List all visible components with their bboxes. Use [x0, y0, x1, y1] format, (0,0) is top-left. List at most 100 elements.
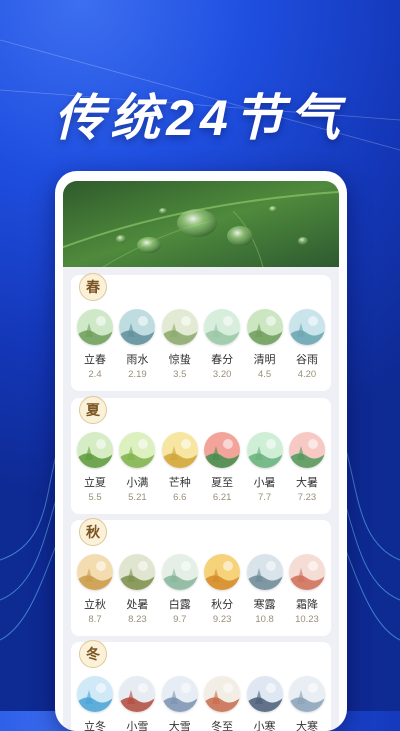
- solar-term-name: 大暑: [295, 476, 318, 489]
- solar-term-item[interactable]: 春分 3.20: [202, 309, 242, 380]
- solar-term-item[interactable]: 霜降 10.23: [287, 554, 327, 625]
- grain-icon: [161, 432, 198, 468]
- season-badge: 冬: [79, 640, 107, 668]
- season-card-winter: 冬 立冬 小雪 大雪 冬至 小寒 大寒: [71, 640, 331, 731]
- solar-term-name: 小雪: [126, 720, 149, 731]
- solar-term-item[interactable]: 芒种 6.6: [160, 432, 200, 503]
- lotus-leaf-icon: [246, 432, 283, 468]
- season-badge: 秋: [79, 518, 107, 546]
- solar-term-item[interactable]: 雨水 2.19: [117, 309, 157, 380]
- solar-term-item[interactable]: 立春 2.4: [75, 309, 115, 380]
- pavilion-icon: [246, 309, 283, 345]
- solar-term-item[interactable]: 清明 4.5: [245, 309, 285, 380]
- autumn-tree-icon: [119, 554, 156, 590]
- solar-term-name: 霜降: [295, 598, 318, 611]
- season-badge: 春: [79, 273, 107, 301]
- season-card-autumn: 秋 立秋 8.7 处暑 8.23 白露 9.7 秋分 9.23 寒露 10.8 霜降 10.23: [71, 518, 331, 636]
- solar-term-date: 10.23: [295, 614, 319, 625]
- solar-term-name: 秋分: [211, 598, 234, 611]
- solar-term-name: 立秋: [84, 598, 106, 611]
- solar-term-date: 7.23: [297, 492, 317, 503]
- snow-people-icon: [288, 676, 325, 712]
- solar-term-date: 2.4: [88, 369, 102, 380]
- solar-term-item[interactable]: 处暑 8.23: [117, 554, 157, 625]
- rice-field-icon: [288, 309, 325, 345]
- willow-bird-icon: [77, 309, 113, 345]
- solar-term-date: 3.5: [173, 369, 187, 380]
- solar-term-item[interactable]: 惊蛰 3.5: [160, 309, 200, 380]
- season-card-summer: 夏 立夏 5.5 小满 5.21 芒种 6.6 夏至 6.21 小暑 7.7 大暑 7.23: [71, 396, 331, 514]
- solar-term-item[interactable]: 立夏 5.5: [75, 432, 115, 503]
- solar-term-item[interactable]: 白露 9.7: [160, 554, 200, 625]
- solar-term-date: 9.23: [212, 614, 232, 625]
- rain-figure-icon: [119, 309, 156, 345]
- autumn-field-icon: [77, 554, 113, 590]
- watermelon-icon: [204, 432, 241, 468]
- solar-term-date: 7.7: [257, 492, 272, 503]
- butterfly-icon: [204, 309, 241, 345]
- solar-term-item[interactable]: 立秋 8.7: [75, 554, 115, 625]
- solar-term-item[interactable]: 大寒: [287, 676, 327, 731]
- solar-term-name: 小暑: [253, 476, 276, 489]
- solar-term-item[interactable]: 谷雨 4.20: [287, 309, 327, 380]
- solar-term-name: 寒露: [253, 598, 276, 611]
- winter-scene-icon: [246, 676, 283, 712]
- solar-term-item[interactable]: 小雪: [117, 676, 157, 731]
- osmanthus-icon: [204, 554, 241, 590]
- solar-term-date: 5.5: [88, 492, 102, 503]
- cold-dew-icon: [246, 554, 283, 590]
- dumpling-icon: [204, 676, 241, 712]
- solar-term-name: 惊蛰: [168, 353, 191, 366]
- solar-term-name: 处暑: [126, 598, 149, 611]
- solar-term-item[interactable]: 寒露 10.8: [245, 554, 285, 625]
- season-badge: 夏: [79, 396, 107, 424]
- solar-term-date: 8.7: [88, 614, 102, 625]
- solar-term-date: 10.8: [255, 614, 274, 625]
- solar-term-name: 大雪: [168, 720, 191, 731]
- solar-term-name: 冬至: [211, 720, 234, 731]
- solar-term-item[interactable]: 冬至: [202, 676, 242, 731]
- solar-term-date: 3.20: [212, 369, 232, 380]
- solar-terms-list: 春 立春 2.4 雨水 2.19 惊蛰 3.5 春分 3.20 清明 4.5 谷雨 4.20 夏 立夏…: [63, 267, 339, 731]
- solar-term-date: 5.21: [128, 492, 147, 503]
- solar-term-item[interactable]: 小暑 7.7: [245, 432, 285, 503]
- summer-leaf-icon: [77, 432, 113, 468]
- solar-term-name: 小寒: [253, 720, 276, 731]
- snow-figure-icon: [161, 676, 198, 712]
- insect-figure-icon: [161, 309, 198, 345]
- solar-term-name: 小满: [126, 476, 149, 489]
- dew-grass-icon: [161, 554, 198, 590]
- solar-term-name: 夏至: [211, 476, 234, 489]
- solar-term-name: 白露: [168, 598, 191, 611]
- solar-term-item[interactable]: 秋分 9.23: [202, 554, 242, 625]
- solar-term-item[interactable]: 大雪: [160, 676, 200, 731]
- solar-term-item[interactable]: 立冬: [75, 676, 115, 731]
- solar-term-item[interactable]: 小寒: [245, 676, 285, 731]
- solar-term-item[interactable]: 大暑 7.23: [287, 432, 327, 503]
- solar-term-item[interactable]: 夏至 6.21: [202, 432, 242, 503]
- solar-term-name: 立春: [84, 353, 106, 366]
- phone-mockup: 春 立春 2.4 雨水 2.19 惊蛰 3.5 春分 3.20 清明 4.5 谷雨 4.20 夏 立夏…: [55, 171, 347, 731]
- solar-term-date: 2.19: [128, 369, 147, 380]
- solar-term-date: 4.5: [257, 369, 272, 380]
- snow-house-icon: [119, 676, 156, 712]
- solar-term-name: 芒种: [168, 476, 191, 489]
- season-card-spring: 春 立春 2.4 雨水 2.19 惊蛰 3.5 春分 3.20 清明 4.5 谷雨 4.20: [71, 273, 331, 391]
- headline: 传统24节气: [54, 90, 346, 146]
- lotus-flower-icon: [288, 432, 325, 468]
- solar-term-date: 4.20: [297, 369, 317, 380]
- frost-tree-icon: [288, 554, 325, 590]
- solar-term-name: 谷雨: [295, 353, 318, 366]
- solar-term-date: 6.21: [212, 492, 232, 503]
- solar-term-name: 春分: [211, 353, 234, 366]
- solar-term-item[interactable]: 小满 5.21: [117, 432, 157, 503]
- solar-term-date: 9.7: [173, 614, 187, 625]
- solar-term-name: 清明: [253, 353, 276, 366]
- hero-leaf-image: [63, 181, 339, 267]
- solar-term-name: 立冬: [84, 720, 106, 731]
- solar-term-name: 雨水: [126, 353, 149, 366]
- winter-water-icon: [77, 676, 113, 712]
- solar-term-name: 大寒: [295, 720, 318, 731]
- solar-term-date: 8.23: [128, 614, 147, 625]
- solar-term-date: 6.6: [173, 492, 187, 503]
